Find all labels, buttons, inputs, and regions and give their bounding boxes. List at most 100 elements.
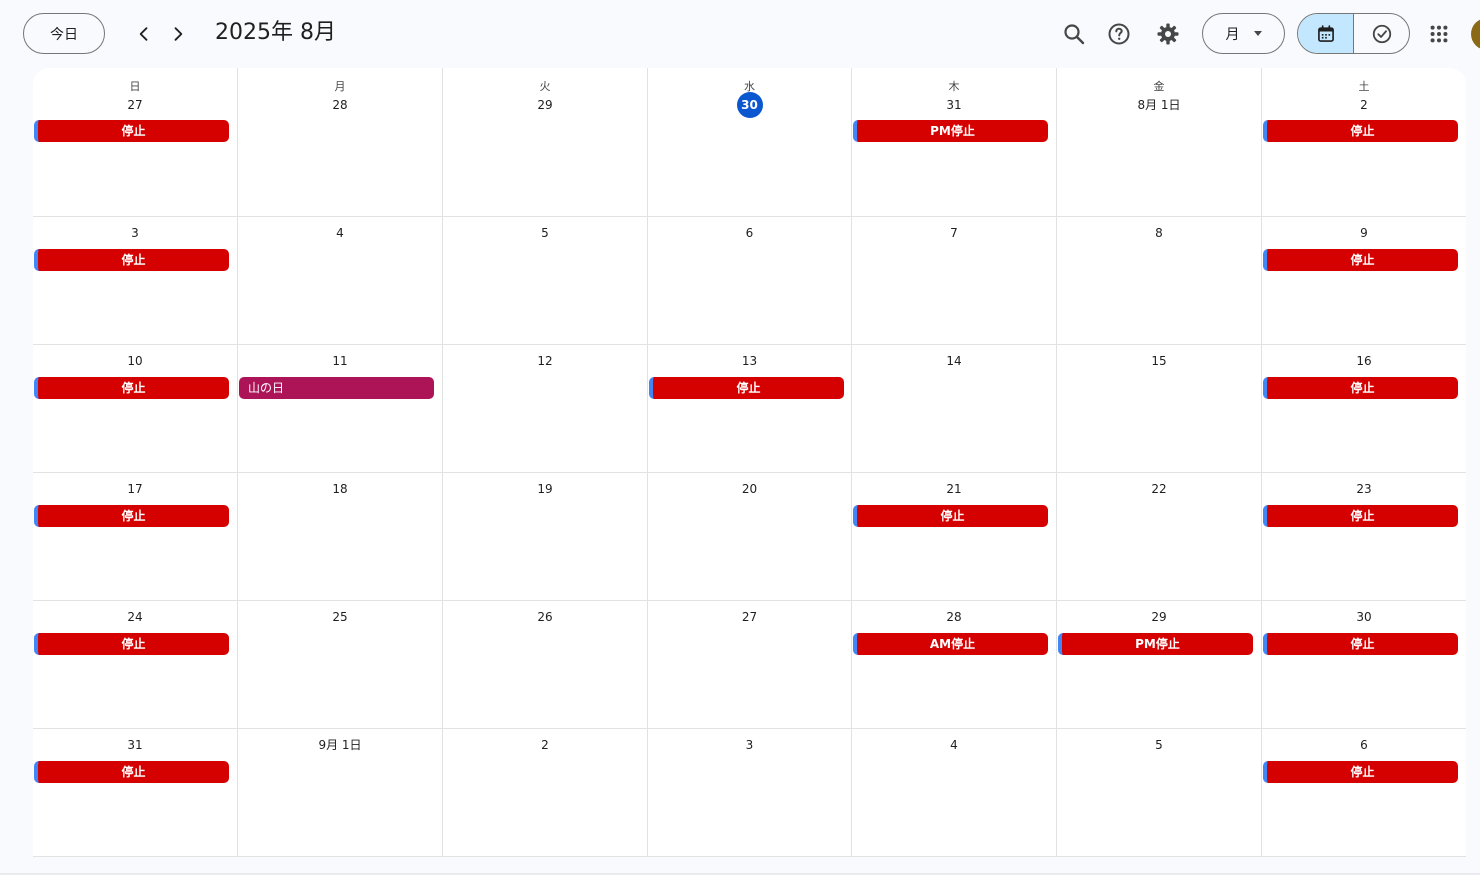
day-cell[interactable]: 10 停止 xyxy=(33,345,238,473)
event-chip[interactable]: 山の日 xyxy=(239,377,434,399)
day-number[interactable]: 30 xyxy=(1351,604,1377,630)
day-number[interactable]: 4 xyxy=(327,220,353,246)
day-number[interactable]: 6 xyxy=(1351,732,1377,758)
day-number[interactable]: 12 xyxy=(532,348,558,374)
event-chip[interactable]: 停止 xyxy=(1263,633,1458,655)
day-number[interactable]: 4 xyxy=(941,732,967,758)
day-number[interactable]: 7 xyxy=(941,220,967,246)
day-cell[interactable]: 23 停止 xyxy=(1262,473,1466,601)
day-cell[interactable]: 2 xyxy=(443,729,648,857)
event-chip[interactable]: 停止 xyxy=(649,377,844,399)
day-number[interactable]: 15 xyxy=(1146,348,1172,374)
day-cell[interactable]: 7 xyxy=(852,217,1057,345)
day-cell[interactable]: 月 28 xyxy=(238,68,443,217)
day-cell[interactable]: 25 xyxy=(238,601,443,729)
day-number[interactable]: 25 xyxy=(327,604,353,630)
day-number[interactable]: 10 xyxy=(122,348,148,374)
event-chip[interactable]: 停止 xyxy=(853,505,1048,527)
day-cell[interactable]: 30 停止 xyxy=(1262,601,1466,729)
day-number[interactable]: 3 xyxy=(122,220,148,246)
day-cell[interactable]: 水 30 xyxy=(648,68,852,217)
event-chip[interactable]: 停止 xyxy=(34,249,229,271)
event-chip[interactable]: 停止 xyxy=(34,761,229,783)
search-button[interactable] xyxy=(1057,17,1091,51)
day-cell[interactable]: 日 27 停止 xyxy=(33,68,238,217)
day-number[interactable]: 8 xyxy=(1146,220,1172,246)
day-cell[interactable]: 9 停止 xyxy=(1262,217,1466,345)
day-cell[interactable]: 木 31 PM停止 xyxy=(852,68,1057,217)
day-cell[interactable]: 8 xyxy=(1057,217,1262,345)
day-cell[interactable]: 18 xyxy=(238,473,443,601)
day-cell[interactable]: 24 停止 xyxy=(33,601,238,729)
day-number[interactable]: 20 xyxy=(737,476,763,502)
event-chip[interactable]: PM停止 xyxy=(853,120,1048,142)
day-cell[interactable]: 3 xyxy=(648,729,852,857)
day-number[interactable]: 23 xyxy=(1351,476,1377,502)
event-chip[interactable]: 停止 xyxy=(34,505,229,527)
event-chip[interactable]: 停止 xyxy=(1263,249,1458,271)
day-cell[interactable]: 5 xyxy=(443,217,648,345)
day-number[interactable]: 2 xyxy=(1351,92,1377,118)
day-number[interactable]: 9月 1日 xyxy=(316,732,363,758)
day-cell[interactable]: 27 xyxy=(648,601,852,729)
day-cell[interactable]: 29 PM停止 xyxy=(1057,601,1262,729)
day-number[interactable]: 27 xyxy=(122,92,148,118)
day-number[interactable]: 22 xyxy=(1146,476,1172,502)
day-cell[interactable]: 14 xyxy=(852,345,1057,473)
event-chip[interactable]: 停止 xyxy=(34,633,229,655)
event-chip[interactable]: 停止 xyxy=(34,377,229,399)
day-number[interactable]: 8月 1日 xyxy=(1135,92,1182,118)
day-number[interactable]: 9 xyxy=(1351,220,1377,246)
day-cell[interactable]: 4 xyxy=(238,217,443,345)
day-number[interactable]: 3 xyxy=(737,732,763,758)
day-number[interactable]: 16 xyxy=(1351,348,1377,374)
day-cell[interactable]: 28 AM停止 xyxy=(852,601,1057,729)
day-cell[interactable]: 6 xyxy=(648,217,852,345)
day-cell[interactable]: 17 停止 xyxy=(33,473,238,601)
day-number[interactable]: 29 xyxy=(532,92,558,118)
day-cell[interactable]: 13 停止 xyxy=(648,345,852,473)
day-cell[interactable]: 26 xyxy=(443,601,648,729)
day-cell[interactable]: 21 停止 xyxy=(852,473,1057,601)
event-chip[interactable]: PM停止 xyxy=(1058,633,1253,655)
day-number[interactable]: 5 xyxy=(1146,732,1172,758)
event-chip[interactable]: AM停止 xyxy=(853,633,1048,655)
today-button[interactable]: 今日 xyxy=(23,13,105,54)
day-cell[interactable]: 5 xyxy=(1057,729,1262,857)
calendar-view-button[interactable] xyxy=(1298,14,1354,53)
day-cell[interactable]: 22 xyxy=(1057,473,1262,601)
day-cell[interactable]: 土 2 停止 xyxy=(1262,68,1466,217)
event-chip[interactable]: 停止 xyxy=(1263,120,1458,142)
day-number[interactable]: 31 xyxy=(122,732,148,758)
day-cell[interactable]: 20 xyxy=(648,473,852,601)
day-cell[interactable]: 火 29 xyxy=(443,68,648,217)
day-cell[interactable]: 12 xyxy=(443,345,648,473)
next-month-button[interactable] xyxy=(162,18,194,50)
day-cell[interactable]: 4 xyxy=(852,729,1057,857)
day-number[interactable]: 19 xyxy=(532,476,558,502)
day-cell[interactable]: 9月 1日 xyxy=(238,729,443,857)
day-number[interactable]: 31 xyxy=(941,92,967,118)
day-number[interactable]: 14 xyxy=(941,348,967,374)
prev-month-button[interactable] xyxy=(128,18,160,50)
day-number[interactable]: 24 xyxy=(122,604,148,630)
day-number[interactable]: 2 xyxy=(532,732,558,758)
day-cell[interactable]: 金 8月 1日 xyxy=(1057,68,1262,217)
day-number[interactable]: 17 xyxy=(122,476,148,502)
event-chip[interactable]: 停止 xyxy=(1263,761,1458,783)
day-cell[interactable]: 19 xyxy=(443,473,648,601)
event-chip[interactable]: 停止 xyxy=(34,120,229,142)
day-number[interactable]: 18 xyxy=(327,476,353,502)
day-cell[interactable]: 3 停止 xyxy=(33,217,238,345)
day-number[interactable]: 27 xyxy=(737,604,763,630)
day-number[interactable]: 21 xyxy=(941,476,967,502)
event-chip[interactable]: 停止 xyxy=(1263,505,1458,527)
day-cell[interactable]: 6 停止 xyxy=(1262,729,1466,857)
day-number[interactable]: 29 xyxy=(1146,604,1172,630)
today-day-number[interactable]: 30 xyxy=(736,92,763,118)
day-cell[interactable]: 31 停止 xyxy=(33,729,238,857)
tasks-view-button[interactable] xyxy=(1354,14,1409,53)
event-chip[interactable]: 停止 xyxy=(1263,377,1458,399)
day-number[interactable]: 5 xyxy=(532,220,558,246)
day-number[interactable]: 13 xyxy=(737,348,763,374)
